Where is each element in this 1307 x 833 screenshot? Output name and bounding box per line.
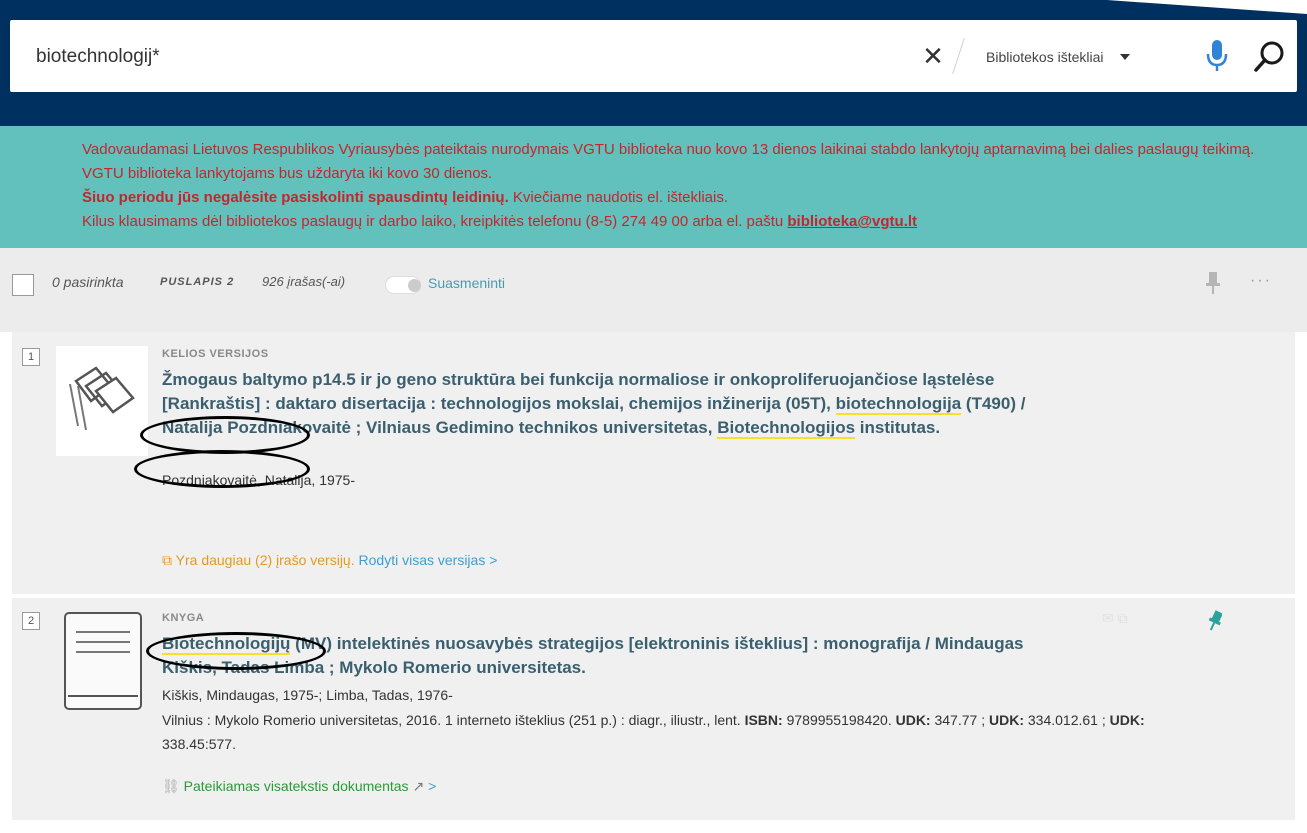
result-author: Kiškis, Mindaugas, 1975-; Limba, Tadas, … xyxy=(162,687,453,703)
result-rank: 1 xyxy=(22,348,40,366)
pin-icon[interactable] xyxy=(1208,610,1222,632)
title-highlight: Biotechnologijų xyxy=(162,634,291,655)
pin-icon[interactable] xyxy=(1205,270,1221,296)
title-part: institutas. xyxy=(855,418,941,437)
divider xyxy=(952,38,967,74)
result-details: Vilnius : Mykolo Romerio universitetas, … xyxy=(162,708,1222,756)
selected-count: 0 pasirinkta xyxy=(52,274,124,290)
email-link[interactable]: biblioteka@vgtu.lt xyxy=(787,213,917,230)
external-link-icon: ↗ xyxy=(412,778,425,794)
clear-search-icon[interactable]: ✕ xyxy=(918,38,948,74)
faint-actions: ✉ ⧉ xyxy=(1102,610,1128,626)
udk-label: UDK: xyxy=(1109,712,1145,728)
toggle-knob xyxy=(408,279,421,292)
result-rank: 2 xyxy=(22,612,40,630)
udk-value: 338.45:577. xyxy=(162,736,236,752)
announcement-contact-text: Kilus klausimams dėl bibliotekos paslaug… xyxy=(82,213,788,230)
details-text: Vilnius : Mykolo Romerio universitetas, … xyxy=(162,712,745,728)
personalize-label[interactable]: Suasmeninti xyxy=(428,275,505,291)
announcement-line: Šiuo periodu jūs negalėsite pasiskolinti… xyxy=(82,186,1292,210)
announcement-contact: Kilus klausimams dėl bibliotekos paslaug… xyxy=(82,210,1292,234)
more-options-icon[interactable]: ··· xyxy=(1250,272,1272,290)
page-indicator: PUSLAPIS 2 xyxy=(160,276,235,288)
title-part: (MV) intelektinės nuosavybės strategijos… xyxy=(162,634,1024,677)
search-scope-dropdown[interactable]: Bibliotekos ištekliai xyxy=(986,44,1130,70)
chevron-right-icon: > xyxy=(428,778,437,794)
search-scope-label: Bibliotekos ištekliai xyxy=(986,49,1104,65)
announcement-text: Vadovaudamasi Lietuvos Respublikos Vyria… xyxy=(82,138,1292,234)
result-title[interactable]: Žmogaus baltymo p14.5 ir jo geno struktū… xyxy=(162,368,1062,440)
record-count: 926 įrašas(-ai) xyxy=(262,274,346,289)
title-highlight: Biotechnologijos xyxy=(717,418,856,439)
udk-label: UDK: xyxy=(988,712,1024,728)
link-icon: ⛓ xyxy=(162,778,180,794)
announcement-bold: Šiuo periodu jūs negalėsite pasiskolinti… xyxy=(82,189,509,206)
announcement-banner: Vadovaudamasi Lietuvos Respublikos Vyria… xyxy=(0,126,1307,248)
title-highlight: biotechnologija xyxy=(835,394,962,415)
fulltext-label[interactable]: Pateikiamas visatekstis dokumentas xyxy=(184,778,409,794)
search-box: ✕ Bibliotekos ištekliai xyxy=(10,20,1297,92)
versions-text: Yra daugiau (2) įrašo versijų. xyxy=(175,552,355,568)
select-all-checkbox[interactable] xyxy=(12,274,34,296)
announcement-line: Vadovaudamasi Lietuvos Respublikos Vyria… xyxy=(82,141,1255,182)
results-toolbar: 0 pasirinkta PUSLAPIS 2 926 įrašas(-ai) … xyxy=(0,248,1307,332)
isbn-value: 9789955198420. xyxy=(782,712,896,728)
top-bar: ✕ Bibliotekos ištekliai xyxy=(0,0,1307,126)
book-icon[interactable] xyxy=(64,612,142,710)
multiple-versions-icon[interactable] xyxy=(56,346,148,456)
caret-down-icon xyxy=(1119,54,1130,60)
search-icon[interactable] xyxy=(1252,40,1286,74)
result-item: 1 KELIOS VERSIJOS Žmogaus baltymo p14.5 … xyxy=(12,332,1295,594)
personalize-toggle[interactable] xyxy=(385,276,421,294)
isbn-label: ISBN: xyxy=(744,712,783,728)
show-versions-link[interactable]: Rodyti visas versijas xyxy=(359,552,486,568)
announcement-after-bold: Kviečiame naudotis el. ištekliais. xyxy=(508,189,728,206)
versions-icon: ⧉ xyxy=(162,552,172,568)
result-item: 2 KNYGA ✉ ⧉ Biotechnologijų (MV) intelek… xyxy=(12,598,1295,820)
result-type: KNYGA xyxy=(162,612,205,624)
udk-value: 347.77 ; xyxy=(930,712,989,728)
udk-value: 334.012.61 ; xyxy=(1023,712,1110,728)
result-title[interactable]: Biotechnologijų (MV) intelektinės nuosav… xyxy=(162,632,1062,680)
result-author: Pozdniakovaitė, Natalija, 1975- xyxy=(162,472,356,488)
header-corner xyxy=(1107,0,1307,14)
fulltext-link[interactable]: ⛓ Pateikiamas visatekstis dokumentas ↗ > xyxy=(162,778,436,795)
search-input[interactable] xyxy=(34,36,858,78)
result-type: KELIOS VERSIJOS xyxy=(162,348,269,360)
chevron-right-icon: > xyxy=(489,552,498,568)
udk-label: UDK: xyxy=(895,712,931,728)
versions-link[interactable]: ⧉ Yra daugiau (2) įrašo versijų. Rodyti … xyxy=(162,552,497,569)
microphone-icon[interactable] xyxy=(1204,38,1230,74)
